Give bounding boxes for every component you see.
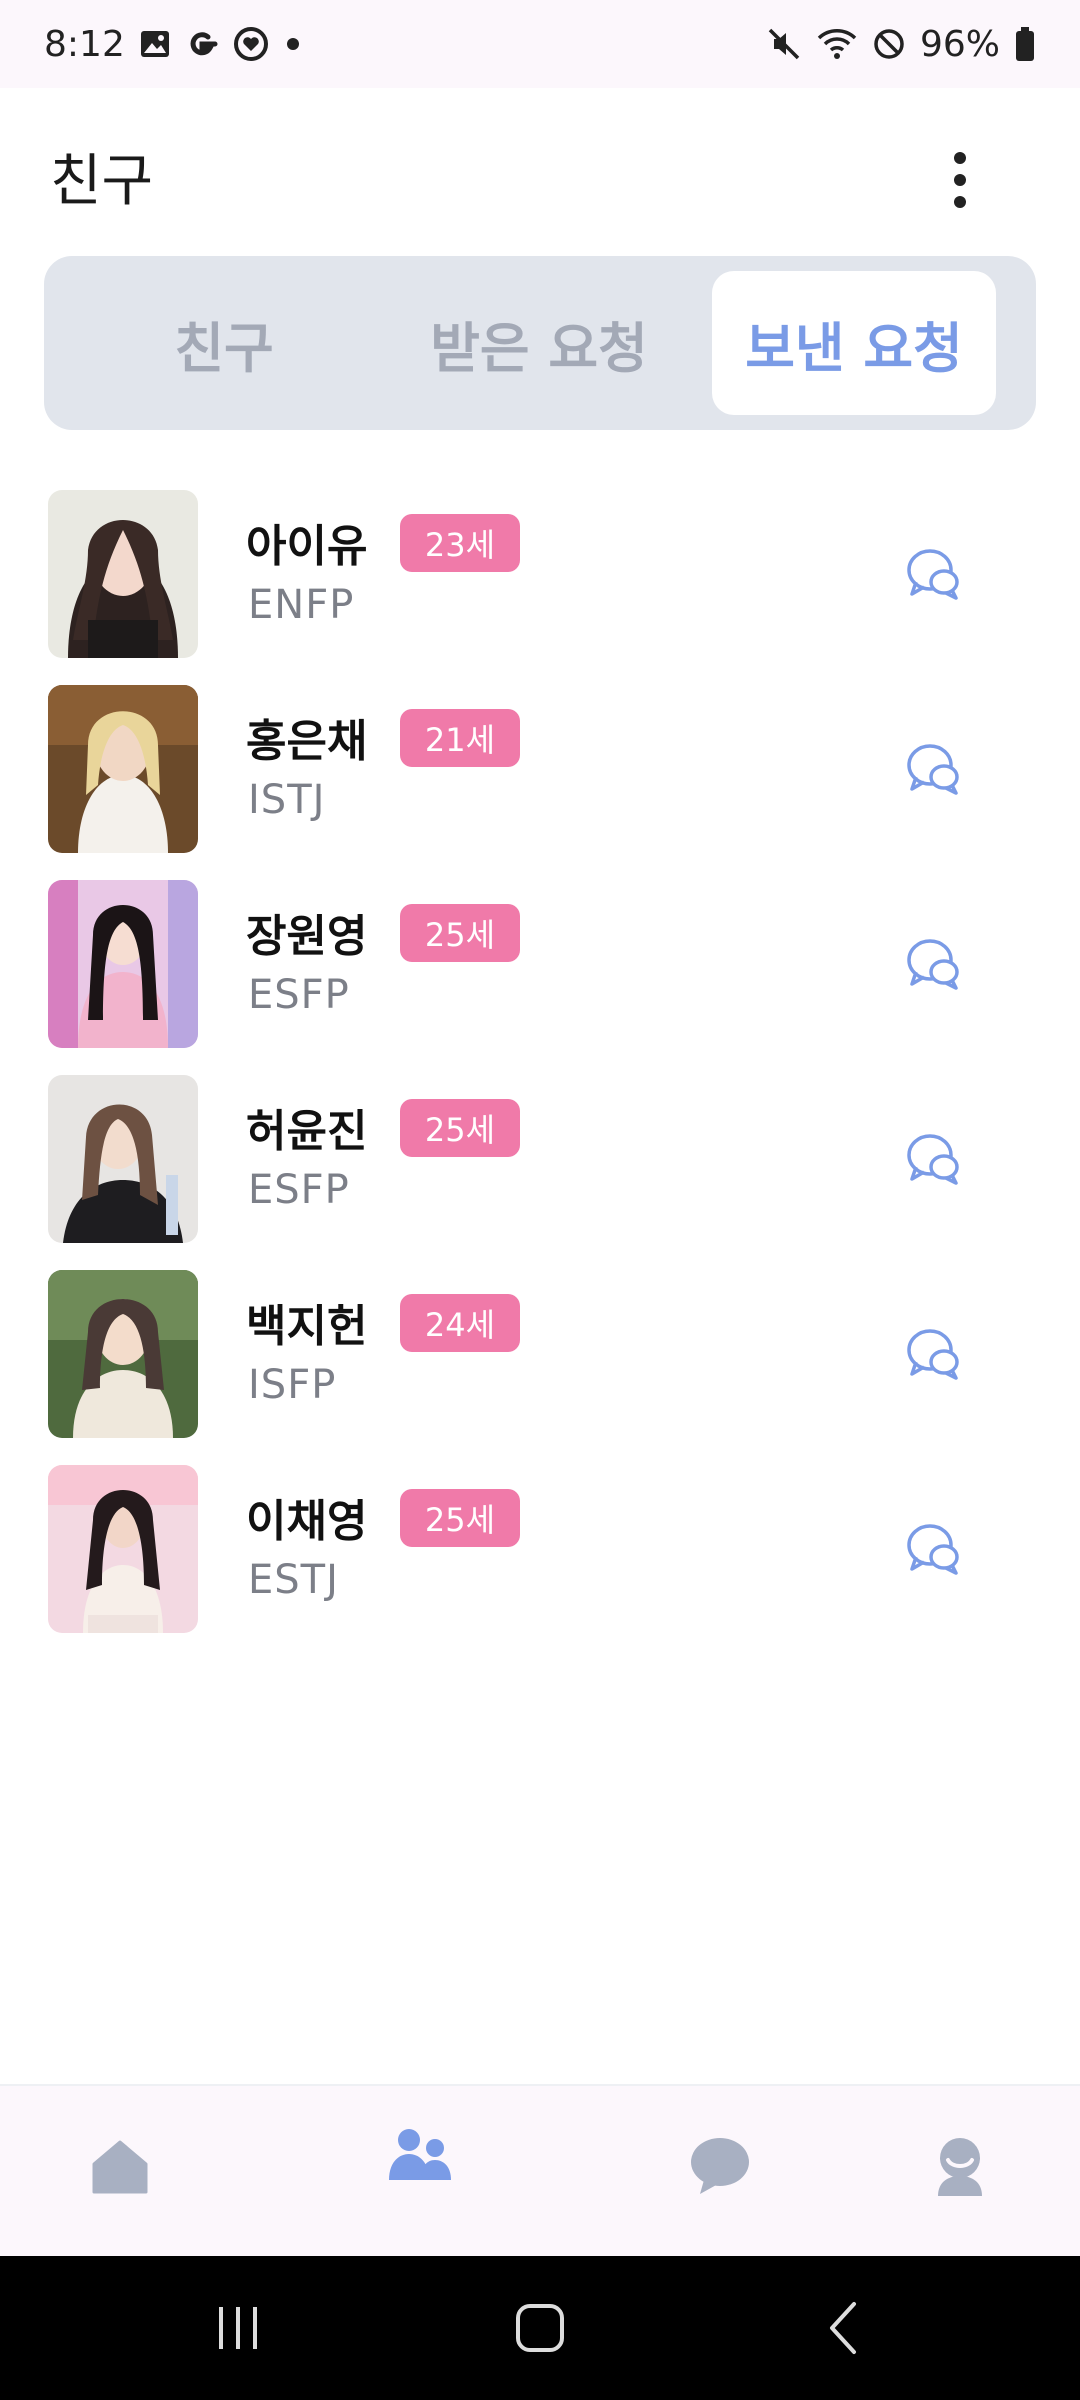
mbti-label: ESTJ: [248, 1557, 339, 1603]
nav-profile[interactable]: [900, 2116, 1020, 2216]
age-badge: 23세: [400, 514, 520, 572]
mbti-label: ESFP: [248, 972, 350, 1018]
status-time: 8:12: [44, 23, 125, 65]
friend-name: 아이유: [246, 521, 368, 572]
chat-icon[interactable]: [902, 1322, 966, 1386]
friend-list: 아이유 23세 ENFP 홍은채 21세 ISTJ 장원영 25세 ESFP 허…: [0, 490, 1080, 1660]
google-icon: [190, 32, 218, 56]
app-header: 친구: [0, 88, 1080, 258]
more-options-button[interactable]: [930, 140, 990, 220]
avatar[interactable]: [48, 685, 198, 853]
segmented-tabs: 친구 받은 요청 보낸 요청: [44, 256, 1036, 430]
avatar[interactable]: [48, 1075, 198, 1243]
recents-icon: [219, 2307, 257, 2349]
nav-home[interactable]: [60, 2116, 180, 2216]
mbti-label: ENFP: [248, 582, 355, 628]
avatar[interactable]: [48, 490, 198, 658]
battery-percent: 96%: [919, 23, 1000, 65]
list-item[interactable]: 아이유 23세 ENFP: [0, 490, 1080, 685]
mbti-label: ISTJ: [248, 777, 326, 823]
more-vert-icon: [954, 152, 966, 164]
friend-name: 장원영: [246, 911, 368, 962]
profile-icon: [938, 2138, 982, 2196]
list-item[interactable]: 장원영 25세 ESFP: [0, 880, 1080, 1075]
status-bar: 8:12 96%: [0, 0, 1080, 88]
system-home-button[interactable]: [500, 2298, 580, 2358]
battery-icon: [1016, 27, 1034, 61]
page-title: 친구: [50, 149, 154, 214]
chat-icon[interactable]: [902, 932, 966, 996]
nav-chat[interactable]: [660, 2116, 780, 2216]
friend-name: 홍은채: [246, 716, 368, 767]
age-badge: 21세: [400, 709, 520, 767]
more-vert-icon-dot: [954, 174, 966, 186]
age-badge: 24세: [400, 1294, 520, 1352]
chat-icon[interactable]: [902, 1127, 966, 1191]
do-not-disturb-icon: [874, 29, 904, 59]
people-icon: [389, 2129, 451, 2180]
status-right: 96%: [766, 24, 1036, 65]
list-item[interactable]: 허윤진 25세 ESFP: [0, 1075, 1080, 1270]
chat-bubble-icon: [691, 2138, 749, 2194]
tab-received-requests[interactable]: 받은 요청: [364, 271, 714, 415]
age-badge: 25세: [400, 904, 520, 962]
tab-friends[interactable]: 친구: [84, 271, 364, 415]
gallery-icon: [140, 31, 169, 57]
home-icon: [92, 2140, 148, 2194]
friend-name: 백지헌: [246, 1301, 368, 1352]
more-vert-icon-dot: [954, 196, 966, 208]
back-chevron-icon: [830, 2302, 856, 2354]
chat-icon[interactable]: [902, 1517, 966, 1581]
wifi-icon: [817, 29, 857, 59]
friend-name: 허윤진: [246, 1106, 368, 1157]
age-badge: 25세: [400, 1099, 520, 1157]
bottom-navigation: [0, 2084, 1080, 2258]
recents-button[interactable]: [198, 2298, 278, 2358]
list-item[interactable]: 백지헌 24세 ISFP: [0, 1270, 1080, 1465]
avatar[interactable]: [48, 1465, 198, 1633]
back-button[interactable]: [804, 2298, 884, 2358]
mbti-label: ESFP: [248, 1167, 350, 1213]
heart-badge-icon: [233, 27, 268, 61]
age-badge: 25세: [400, 1489, 520, 1547]
friend-name: 이채영: [246, 1496, 368, 1547]
home-square-icon: [516, 2304, 564, 2352]
chat-icon[interactable]: [902, 737, 966, 801]
mute-icon: [768, 28, 800, 60]
notification-dot-icon: [286, 38, 299, 50]
nav-friends[interactable]: [360, 2106, 480, 2206]
avatar[interactable]: [48, 880, 198, 1048]
tab-sent-requests[interactable]: 보낸 요청: [712, 271, 996, 415]
list-item[interactable]: 홍은채 21세 ISTJ: [0, 685, 1080, 880]
status-left: 8:12: [44, 24, 303, 65]
mbti-label: ISFP: [248, 1362, 337, 1408]
list-item[interactable]: 이채영 25세 ESTJ: [0, 1465, 1080, 1660]
system-navigation-bar: [0, 2256, 1080, 2400]
avatar[interactable]: [48, 1270, 198, 1438]
chat-icon[interactable]: [902, 542, 966, 606]
